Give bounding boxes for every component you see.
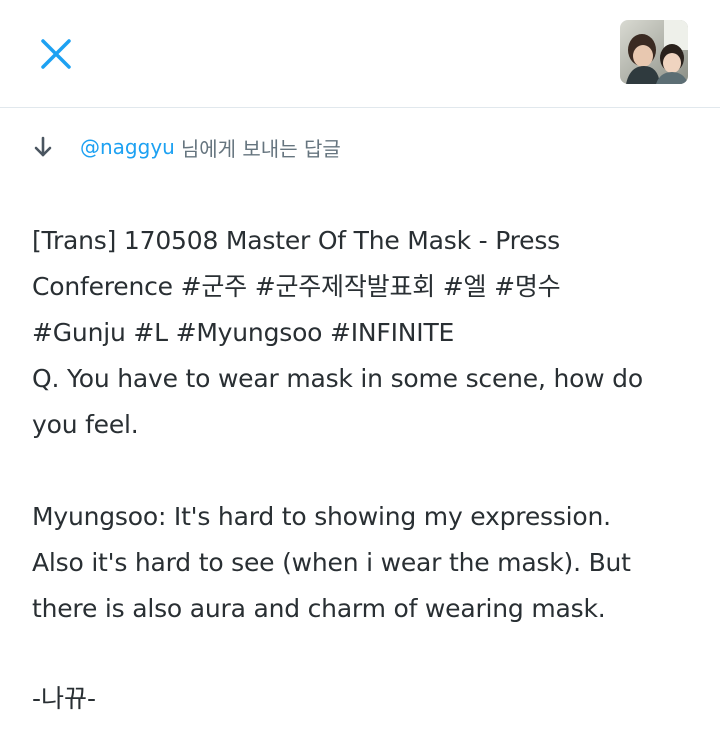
reply-context-label: 님에게 보내는 답글 xyxy=(180,136,341,161)
reply-context: @naggyu 님에게 보내는 답글 xyxy=(32,126,341,168)
reply-mention-link[interactable]: @naggyu xyxy=(80,135,175,159)
tweet-line: Conference #군주 #군주제작발표회 #엘 #명수 xyxy=(32,272,561,301)
tweet-line: there is also aura and charm of wearing … xyxy=(32,594,606,623)
tweet-signature: -나뀨- xyxy=(32,684,97,713)
reply-down-arrow-icon xyxy=(32,135,54,159)
tweet-text: [Trans] 170508 Master Of The Mask - Pres… xyxy=(32,218,702,632)
tweet-line: Q. You have to wear mask in some scene, … xyxy=(32,364,643,393)
close-icon xyxy=(41,39,71,69)
tweet-line: [Trans] 170508 Master Of The Mask - Pres… xyxy=(32,226,560,255)
header-bar xyxy=(0,0,720,108)
tweet-line: you feel. xyxy=(32,410,139,439)
profile-avatar-image xyxy=(620,20,688,84)
tweet-line: #Gunju #L #Myungsoo #INFINITE xyxy=(32,318,455,347)
avatar[interactable] xyxy=(620,20,688,84)
tweet-line: Myungsoo: It's hard to showing my expres… xyxy=(32,502,611,531)
tweet-line: Also it's hard to see (when i wear the m… xyxy=(32,548,631,577)
close-button[interactable] xyxy=(26,26,86,82)
tweet-detail-page: @naggyu 님에게 보내는 답글 [Trans] 170508 Master… xyxy=(0,0,720,736)
